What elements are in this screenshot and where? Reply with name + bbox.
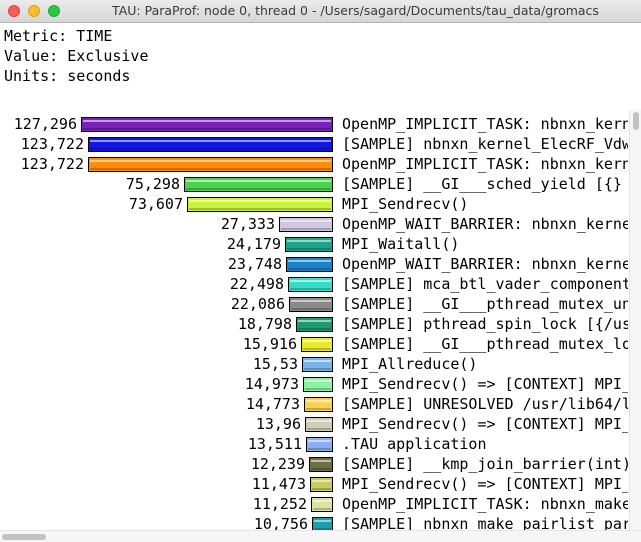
bar-value-label: 13,96 (255, 415, 301, 433)
bar-value-label: 11,473 (251, 475, 306, 493)
bar[interactable] (296, 317, 333, 332)
function-name-label[interactable]: [SAMPLE] __GI___sched_yield [{} (342, 175, 622, 193)
chart-row[interactable]: 123,722 [SAMPLE] nbnxn_kernel_ElecRF_VdwL… (0, 134, 628, 154)
function-name-label[interactable]: MPI_Sendrecv() (342, 195, 468, 213)
bar-value-label: 13,511 (247, 435, 302, 453)
bar-value-label: 11,252 (252, 495, 307, 513)
bar[interactable] (279, 217, 333, 232)
bar[interactable] (289, 297, 333, 312)
bar[interactable] (288, 277, 333, 292)
function-name-label[interactable]: .TAU application (342, 435, 487, 453)
bar[interactable] (309, 457, 333, 472)
bar-value-label: 15,916 (242, 335, 297, 353)
chart-row[interactable]: 12,239 [SAMPLE] __kmp_join_barrier(int) (0, 454, 628, 474)
units-label: Units: seconds (4, 67, 131, 85)
function-name-label[interactable]: [SAMPLE] mca_btl_vader_component_progres… (342, 275, 628, 293)
chart-row[interactable]: 13,96 MPI_Sendrecv() => [CONTEXT] MPI_Sen… (0, 414, 628, 434)
profile-header: Metric: TIME Value: Exclusive Units: sec… (4, 26, 149, 86)
bar-value-label: 27,333 (220, 215, 275, 233)
chart-row[interactable]: 22,498 [SAMPLE] mca_btl_vader_component_p… (0, 274, 628, 294)
bar-chart[interactable]: 127,296 OpenMP_IMPLICIT_TASK: nbnxn_kerne… (0, 114, 628, 530)
chart-row[interactable]: 11,473 MPI_Sendrecv() => [CONTEXT] MPI_Se… (0, 474, 628, 494)
function-name-label[interactable]: [SAMPLE] nbnxn_kernel_ElecRF_VdwLJ_F_sse… (342, 135, 628, 153)
function-name-label[interactable]: [SAMPLE] __GI___pthread_mutex_unlock (342, 295, 628, 313)
chart-row[interactable]: 11,252 OpenMP_IMPLICIT_TASK: nbnxn_make_p… (0, 494, 628, 514)
chart-row[interactable]: 75,298 [SAMPLE] __GI___sched_yield [{} (0, 174, 628, 194)
function-name-label[interactable]: [SAMPLE] pthread_spin_lock [{/usr/lib64} (342, 315, 628, 333)
window-title: TAU: ParaProf: node 0, thread 0 - /Users… (112, 3, 599, 18)
function-name-label[interactable]: OpenMP_IMPLICIT_TASK: nbnxn_kernel_ElecR… (342, 155, 628, 173)
function-name-label[interactable]: [SAMPLE] __GI___pthread_mutex_lock (342, 335, 628, 353)
chart-row[interactable]: 18,798 [SAMPLE] pthread_spin_lock [{/usr/… (0, 314, 628, 334)
function-name-label[interactable]: OpenMP_IMPLICIT_TASK: nbnxn_make_pairlis… (342, 495, 628, 513)
function-name-label[interactable]: MPI_Sendrecv() => [CONTEXT] MPI_Sendrecv… (342, 415, 628, 433)
function-name-label[interactable]: OpenMP_IMPLICIT_TASK: nbnxn_kernel_ElecR… (342, 115, 628, 133)
bar[interactable] (305, 417, 333, 432)
bar-value-label: 14,773 (245, 395, 300, 413)
bar[interactable] (81, 117, 333, 132)
chart-row[interactable]: 14,773 [SAMPLE] UNRESOLVED /usr/lib64/lib… (0, 394, 628, 414)
bar[interactable] (304, 397, 333, 412)
bar-value-label: 123,722 (20, 135, 84, 153)
bar[interactable] (306, 437, 333, 452)
bar-value-label: 22,498 (229, 275, 284, 293)
bar-value-label: 22,086 (230, 295, 285, 313)
function-name-label[interactable]: MPI_Sendrecv() => [CONTEXT] MPI_Sendrecv… (342, 375, 628, 393)
chart-row[interactable]: 14,973 MPI_Sendrecv() => [CONTEXT] MPI_Se… (0, 374, 628, 394)
bar[interactable] (88, 157, 333, 172)
metric-label: Metric: TIME (4, 27, 113, 45)
function-name-label[interactable]: MPI_Allreduce() (342, 355, 477, 373)
chart-row[interactable]: 15,53 MPI_Allreduce() (0, 354, 628, 374)
chart-row[interactable]: 24,179 MPI_Waitall() (0, 234, 628, 254)
bar-value-label: 24,179 (226, 235, 281, 253)
vertical-scroll-thumb[interactable] (633, 112, 639, 130)
bar[interactable] (310, 477, 333, 492)
chart-row[interactable]: 123,722 OpenMP_IMPLICIT_TASK: nbnxn_kerne… (0, 154, 628, 174)
bar-value-label: 73,607 (128, 195, 183, 213)
bar-value-label: 23,748 (227, 255, 282, 273)
bar[interactable] (184, 177, 333, 192)
vertical-scrollbar[interactable] (629, 110, 641, 530)
close-window-button[interactable] (8, 5, 20, 17)
function-name-label[interactable]: OpenMP_WAIT_BARRIER: nbnxn_kernel_ElecRF (342, 255, 628, 273)
bar-value-label: 123,722 (20, 155, 84, 173)
chart-row[interactable]: 73,607 MPI_Sendrecv() (0, 194, 628, 214)
chart-row[interactable]: 15,916 [SAMPLE] __GI___pthread_mutex_lock (0, 334, 628, 354)
bar[interactable] (302, 357, 333, 372)
value-label: Value: Exclusive (4, 47, 149, 65)
function-name-label[interactable]: OpenMP_WAIT_BARRIER: nbnxn_kernel_ElecRF (342, 215, 628, 233)
bar[interactable] (311, 497, 333, 512)
chart-row[interactable]: 127,296 OpenMP_IMPLICIT_TASK: nbnxn_kerne… (0, 114, 628, 134)
bar-value-label: 18,798 (237, 315, 292, 333)
bar[interactable] (301, 337, 333, 352)
chart-row[interactable]: 13,511 .TAU application (0, 434, 628, 454)
bar-value-label: 75,298 (125, 175, 180, 193)
bar[interactable] (285, 237, 333, 252)
bar-value-label: 10,756 (253, 515, 308, 530)
zoom-window-button[interactable] (48, 5, 60, 17)
function-name-label[interactable]: MPI_Sendrecv() => [CONTEXT] MPI_Sendrecv… (342, 475, 628, 493)
bar[interactable] (312, 517, 333, 530)
bar-value-label: 12,239 (250, 455, 305, 473)
bar[interactable] (187, 197, 333, 212)
function-name-label[interactable]: [SAMPLE] nbnxn_make_pairlist_part (342, 515, 628, 530)
bar-value-label: 14,973 (244, 375, 299, 393)
bar[interactable] (286, 257, 333, 272)
chart-row[interactable]: 27,333 OpenMP_WAIT_BARRIER: nbnxn_kernel_… (0, 214, 628, 234)
horizontal-scrollbar[interactable] (0, 530, 641, 542)
chart-row[interactable]: 10,756 [SAMPLE] nbnxn_make_pairlist_part (0, 514, 628, 530)
bar[interactable] (88, 137, 333, 152)
bar-value-label: 15,53 (252, 355, 298, 373)
bar-value-label: 127,296 (13, 115, 77, 133)
horizontal-scroll-thumb[interactable] (2, 534, 46, 540)
bar[interactable] (303, 377, 333, 392)
function-name-label[interactable]: [SAMPLE] UNRESOLVED /usr/lib64/libc (342, 395, 628, 413)
function-name-label[interactable]: [SAMPLE] __kmp_join_barrier(int) (342, 455, 628, 473)
minimize-window-button[interactable] (28, 5, 40, 17)
window-titlebar[interactable]: TAU: ParaProf: node 0, thread 0 - /Users… (0, 0, 641, 23)
chart-row[interactable]: 22,086 [SAMPLE] __GI___pthread_mutex_unlo… (0, 294, 628, 314)
chart-row[interactable]: 23,748 OpenMP_WAIT_BARRIER: nbnxn_kernel_… (0, 254, 628, 274)
function-name-label[interactable]: MPI_Waitall() (342, 235, 459, 253)
